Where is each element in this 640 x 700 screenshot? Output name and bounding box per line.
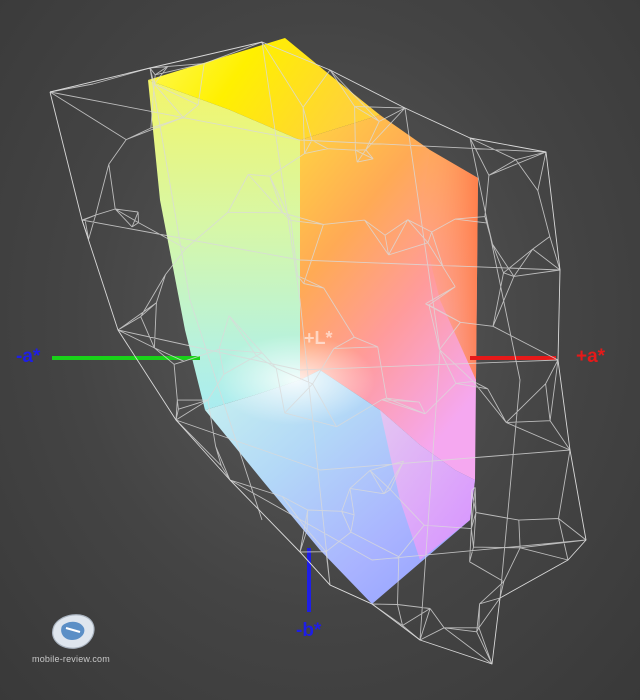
pos-l-axis-label: +L* (304, 328, 333, 348)
neg-b-axis-label: -b* (296, 620, 322, 641)
pos-a-axis-label: +a* (576, 346, 606, 367)
gamut-diagram (49, 38, 587, 665)
mobile-review-logo-icon (52, 614, 95, 649)
watermark-text: mobile-review.com (32, 654, 110, 664)
neg-a-axis-label: -a* (16, 346, 41, 367)
solid-white-point-glow (215, 335, 375, 425)
